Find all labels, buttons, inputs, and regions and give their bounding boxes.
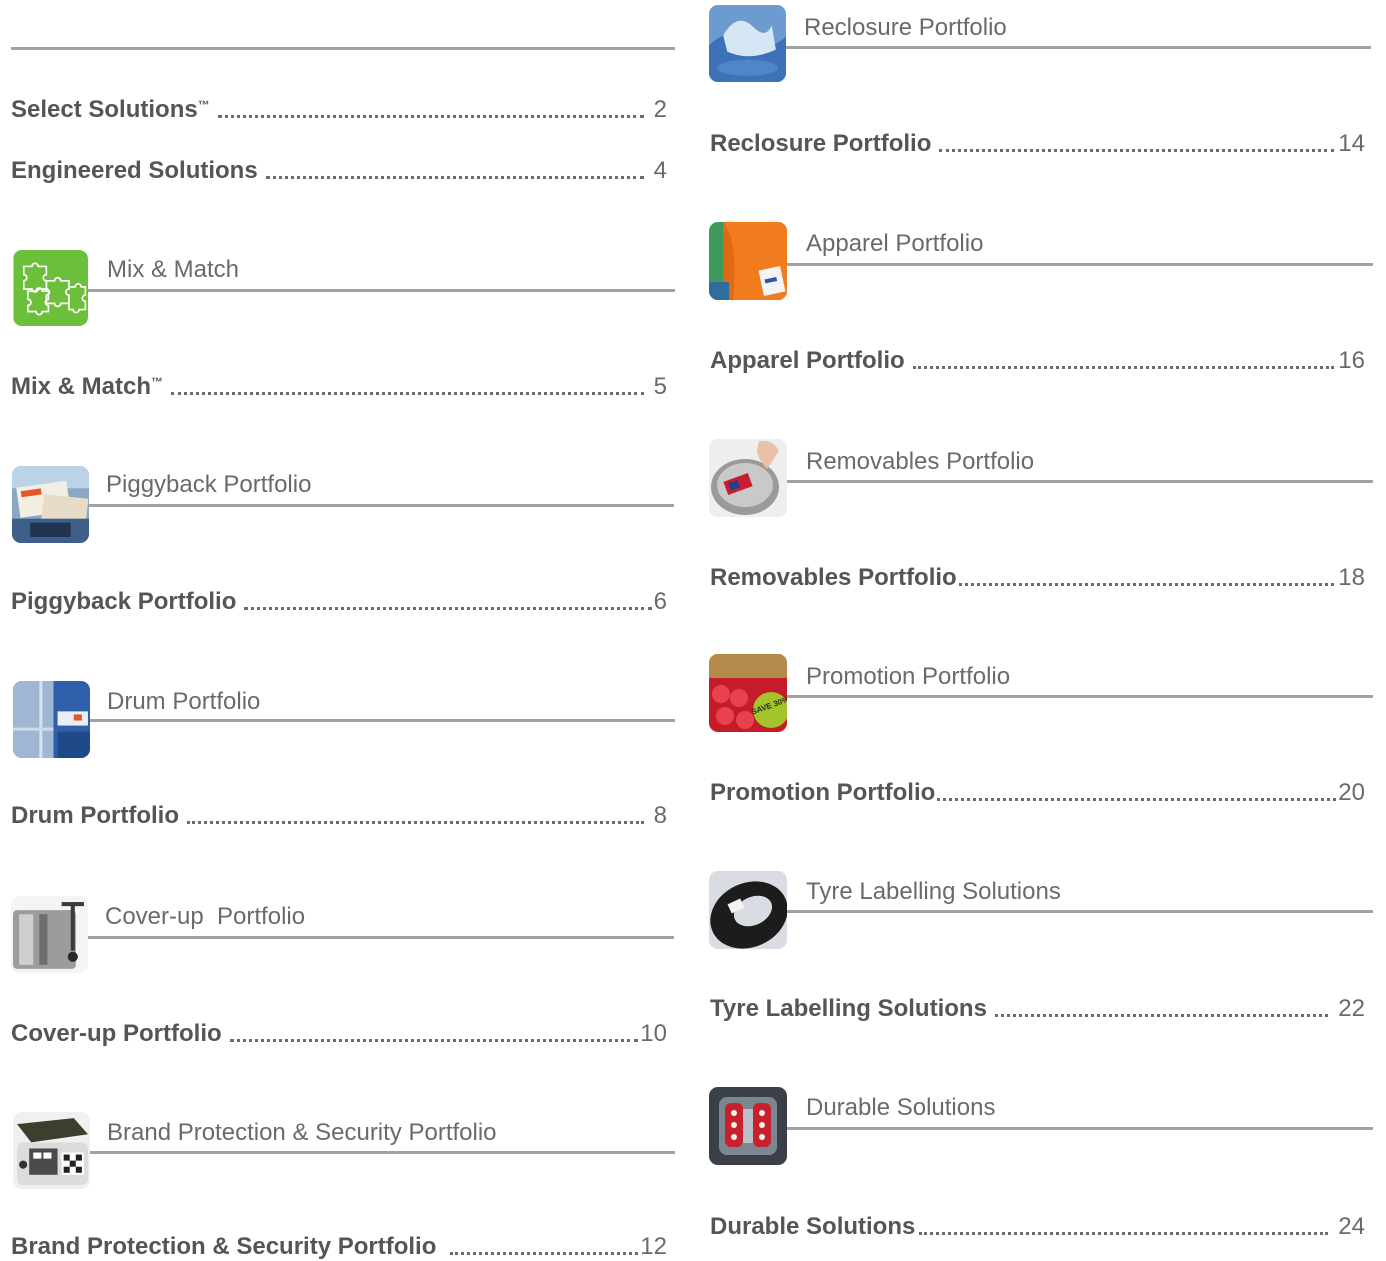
dot-leader bbox=[912, 366, 1335, 369]
dot-leader bbox=[217, 115, 644, 118]
toc-entry-page: 24 bbox=[1338, 1213, 1365, 1240]
security-device-thumbnail bbox=[13, 1112, 90, 1189]
toc-entry-label: Cover-up Portfolio bbox=[11, 1020, 222, 1047]
apparel-thumbnail bbox=[709, 222, 787, 300]
section-rule bbox=[88, 936, 674, 939]
toc-entry-apparel[interactable]: Apparel Portfolio 16 bbox=[710, 345, 1365, 375]
puzzle-icon bbox=[13, 250, 88, 326]
dot-leader bbox=[994, 1014, 1329, 1017]
toc-entry-promotion[interactable]: Promotion Portfolio 20 bbox=[710, 777, 1365, 807]
toc-entry-tyre[interactable]: Tyre Labelling Solutions 22 bbox=[710, 993, 1365, 1023]
toc-entry-durable[interactable]: Durable Solutions 24 bbox=[710, 1211, 1365, 1241]
dot-leader bbox=[265, 176, 644, 179]
section-rule bbox=[88, 289, 675, 292]
toc-entry-page: 4 bbox=[653, 157, 667, 184]
dot-leader bbox=[171, 392, 644, 395]
drum-thumbnail bbox=[13, 681, 90, 758]
toc-entry-page: 20 bbox=[1338, 779, 1365, 806]
section-title-reclosure: Reclosure Portfolio bbox=[804, 14, 1007, 41]
toc-entry-page: 8 bbox=[653, 802, 667, 829]
dot-leader bbox=[919, 1232, 1329, 1235]
section-rule bbox=[787, 910, 1373, 913]
section-title-removables: Removables Portfolio bbox=[806, 448, 1035, 475]
dot-leader bbox=[244, 607, 652, 610]
toaster-thumbnail bbox=[11, 896, 88, 973]
section-title-drum: Drum Portfolio bbox=[107, 688, 261, 715]
section-rule bbox=[787, 1127, 1373, 1130]
toc-entry-label: Apparel Portfolio bbox=[710, 347, 905, 374]
section-title-apparel: Apparel Portfolio bbox=[806, 230, 984, 257]
toc-entry-label: Brand Protection & Security Portfolio bbox=[11, 1233, 437, 1260]
toc-entry-mix-match[interactable]: Mix & Match™ 5 bbox=[11, 371, 667, 401]
toc-entry-drum[interactable]: Drum Portfolio 8 bbox=[11, 800, 667, 830]
section-title-piggyback: Piggyback Portfolio bbox=[106, 471, 312, 498]
dot-leader bbox=[958, 583, 1335, 586]
section-title-brand-protection: Brand Protection & Security Portfolio bbox=[107, 1119, 497, 1146]
section-title-cover-up: Cover-up Portfolio bbox=[105, 903, 306, 930]
toc-entry-engineered-solutions[interactable]: Engineered Solutions 4 bbox=[11, 155, 667, 185]
engine-thumbnail bbox=[709, 1087, 787, 1165]
trademark-symbol: ™ bbox=[151, 375, 164, 389]
toc-entry-label: Durable Solutions bbox=[710, 1213, 916, 1240]
section-rule bbox=[90, 1151, 675, 1154]
dot-leader bbox=[187, 821, 644, 824]
cookware-thumbnail bbox=[709, 439, 787, 517]
section-rule bbox=[89, 504, 674, 507]
toc-entry-page: 16 bbox=[1338, 347, 1365, 374]
toc-entry-label: Engineered Solutions bbox=[11, 157, 258, 184]
section-rule bbox=[787, 695, 1373, 698]
top-left-rule bbox=[11, 47, 675, 50]
toc-entry-removables[interactable]: Removables Portfolio 18 bbox=[710, 562, 1365, 592]
dot-leader bbox=[229, 1039, 639, 1042]
section-rule bbox=[787, 263, 1373, 266]
toc-entry-page: 2 bbox=[653, 96, 667, 123]
toc-entry-label: Tyre Labelling Solutions bbox=[710, 995, 987, 1022]
toc-entry-brand-protection[interactable]: Brand Protection & Security Portfolio 12 bbox=[11, 1231, 667, 1261]
dot-leader bbox=[450, 1252, 639, 1255]
section-title-promotion: Promotion Portfolio bbox=[806, 663, 1011, 690]
tyre-thumbnail bbox=[709, 871, 787, 949]
section-title-tyre: Tyre Labelling Solutions bbox=[806, 878, 1061, 905]
section-rule bbox=[787, 480, 1373, 483]
section-rule bbox=[786, 46, 1371, 49]
toc-entry-page: 18 bbox=[1338, 564, 1365, 591]
dot-leader bbox=[937, 798, 1337, 801]
section-title-mix-match: Mix & Match bbox=[107, 256, 240, 283]
toc-entry-page: 5 bbox=[653, 373, 667, 400]
toc-entry-page: 14 bbox=[1338, 130, 1365, 157]
toc-entry-label: Piggyback Portfolio bbox=[11, 588, 237, 615]
section-rule bbox=[90, 719, 675, 722]
promotion-thumbnail: SAVE 30% bbox=[709, 654, 787, 732]
dot-leader bbox=[939, 149, 1335, 152]
toc-entry-label: Mix & Match bbox=[11, 373, 152, 400]
toc-entry-label: Select Solutions bbox=[11, 96, 198, 123]
toc-entry-piggyback[interactable]: Piggyback Portfolio 6 bbox=[11, 586, 667, 616]
toc-entry-select-solutions[interactable]: Select Solutions™ 2 bbox=[11, 94, 667, 124]
toc-entry-label: Drum Portfolio bbox=[11, 802, 179, 829]
toc-entry-cover-up[interactable]: Cover-up Portfolio 10 bbox=[11, 1018, 667, 1048]
toc-entry-page: 12 bbox=[640, 1233, 667, 1260]
toc-entry-page: 10 bbox=[640, 1020, 667, 1047]
toc-entry-page: 22 bbox=[1338, 995, 1365, 1022]
trademark-symbol: ™ bbox=[197, 98, 210, 112]
wipes-pack-thumbnail bbox=[709, 5, 786, 82]
toc-entry-label: Removables Portfolio bbox=[710, 564, 957, 591]
toc-entry-label: Reclosure Portfolio bbox=[710, 130, 932, 157]
section-title-durable: Durable Solutions bbox=[806, 1094, 996, 1121]
toc-entry-reclosure[interactable]: Reclosure Portfolio 14 bbox=[710, 128, 1365, 158]
toc-entry-page: 6 bbox=[653, 588, 667, 615]
piggyback-thumbnail bbox=[12, 466, 89, 543]
toc-entry-label: Promotion Portfolio bbox=[710, 779, 936, 806]
